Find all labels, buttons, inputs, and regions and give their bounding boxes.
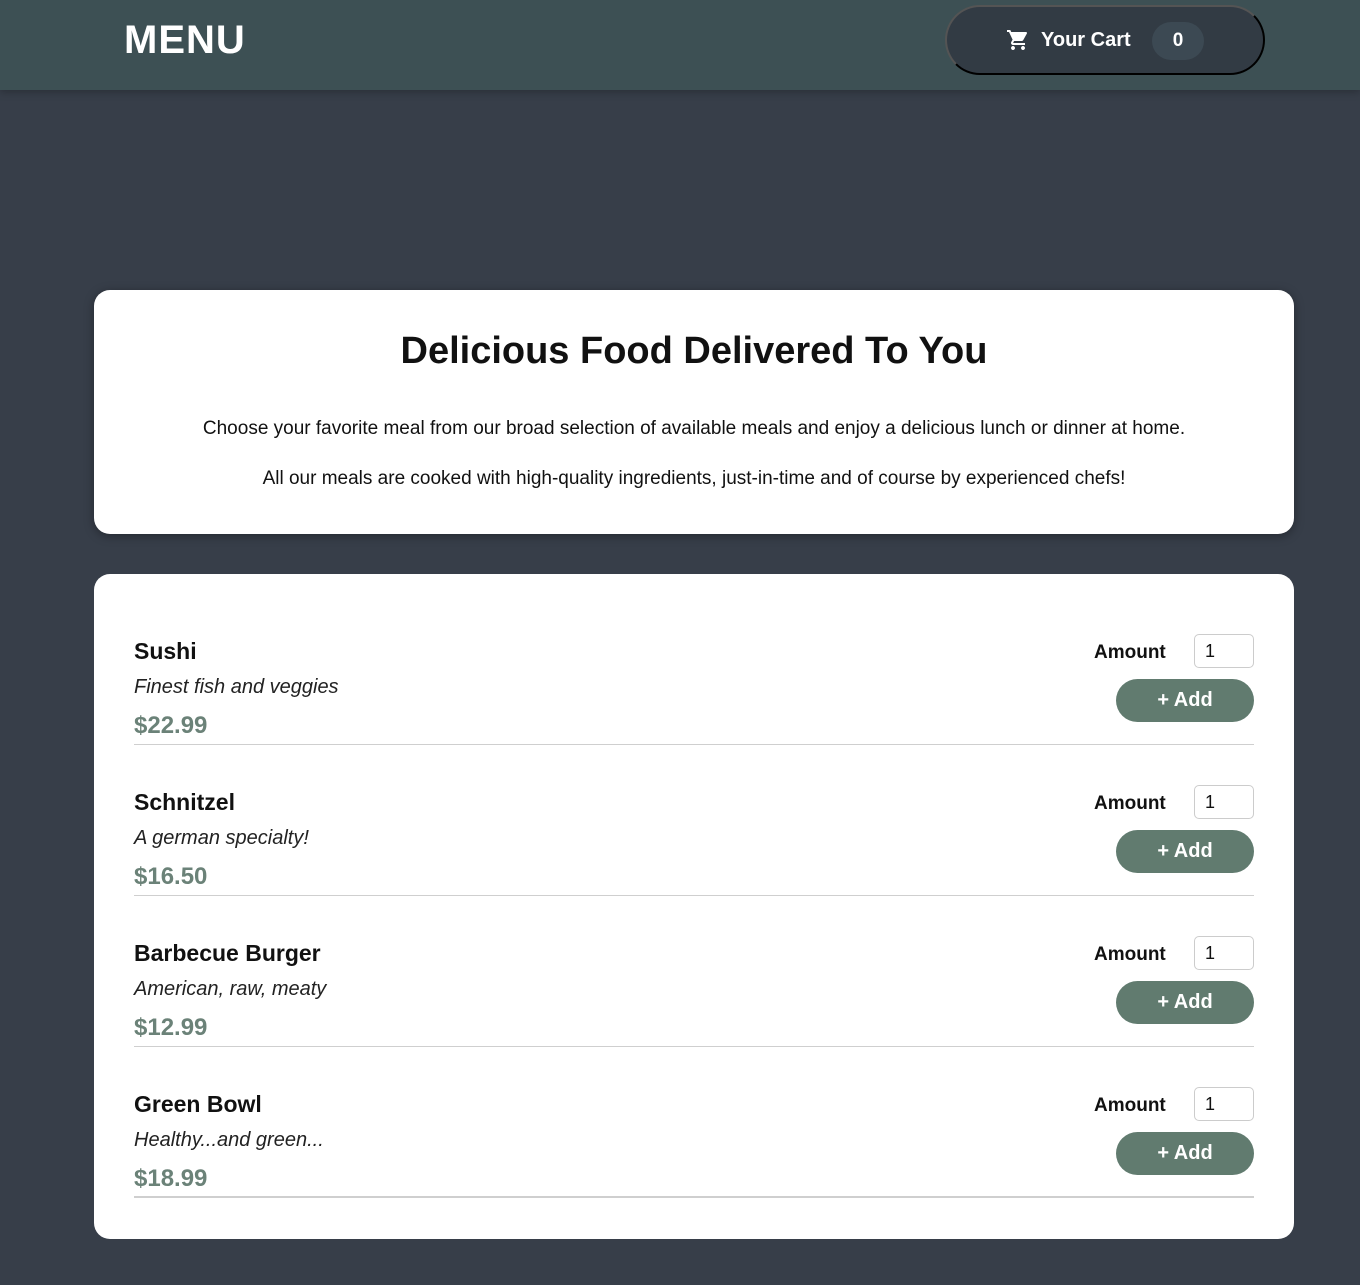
meal-price: $18.99 bbox=[134, 1165, 208, 1192]
meals-list: Sushi Finest fish and veggies $22.99 Amo… bbox=[94, 574, 1294, 1239]
meal-item: Barbecue Burger American, raw, meaty $12… bbox=[134, 896, 1254, 1047]
amount-label: Amount bbox=[1094, 642, 1166, 663]
summary-title: Delicious Food Delivered To You bbox=[400, 330, 988, 372]
meal-description: Healthy...and green... bbox=[134, 1129, 324, 1151]
amount-label: Amount bbox=[1094, 793, 1166, 814]
meal-item: Schnitzel A german specialty! $16.50 Amo… bbox=[134, 745, 1254, 896]
meals-summary: Delicious Food Delivered To You Choose y… bbox=[94, 290, 1294, 534]
meal-name: Sushi bbox=[134, 638, 197, 664]
cart-label[interactable]: Your Cart bbox=[1041, 29, 1131, 52]
add-button[interactable]: + Add bbox=[1116, 1132, 1254, 1175]
meal-price: $12.99 bbox=[134, 1014, 208, 1041]
amount-input[interactable] bbox=[1194, 936, 1254, 970]
cart-count-badge: 0 bbox=[1152, 22, 1204, 60]
meal-description: A german specialty! bbox=[134, 827, 309, 849]
amount-label: Amount bbox=[1094, 1095, 1166, 1116]
cart-icon bbox=[1007, 30, 1028, 50]
amount-input[interactable] bbox=[1194, 634, 1254, 668]
app-logo: MENU bbox=[124, 18, 246, 62]
add-button[interactable]: + Add bbox=[1116, 830, 1254, 873]
meal-description: Finest fish and veggies bbox=[134, 676, 339, 698]
meal-item: Green Bowl Healthy...and green... $18.99… bbox=[134, 1047, 1254, 1198]
meal-item: Sushi Finest fish and veggies $22.99 Amo… bbox=[134, 594, 1254, 745]
amount-input[interactable] bbox=[1194, 1087, 1254, 1121]
amount-label: Amount bbox=[1094, 944, 1166, 965]
meal-name: Schnitzel bbox=[134, 789, 235, 815]
add-button[interactable]: + Add bbox=[1116, 679, 1254, 722]
meal-name: Barbecue Burger bbox=[134, 940, 321, 966]
meal-name: Green Bowl bbox=[134, 1091, 262, 1117]
amount-input[interactable] bbox=[1194, 785, 1254, 819]
meal-description: American, raw, meaty bbox=[134, 978, 327, 1000]
summary-paragraph: All our meals are cooked with high-quali… bbox=[262, 468, 1126, 489]
summary-paragraph: Choose your favorite meal from our broad… bbox=[202, 418, 1186, 439]
app-header: MENU Your Cart 0 bbox=[0, 0, 1360, 90]
meal-price: $22.99 bbox=[134, 712, 208, 739]
meal-price: $16.50 bbox=[134, 863, 208, 890]
add-button[interactable]: + Add bbox=[1116, 981, 1254, 1024]
